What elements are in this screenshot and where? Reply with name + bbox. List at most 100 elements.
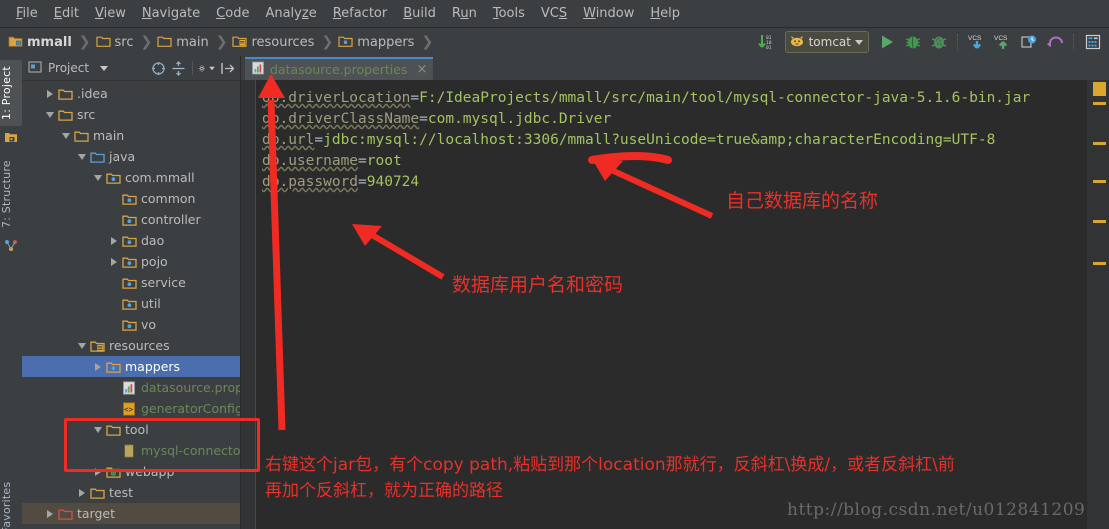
breadcrumb-item-main[interactable]: main bbox=[157, 31, 209, 53]
hide-panel-icon[interactable] bbox=[218, 59, 236, 77]
settings-icon[interactable] bbox=[1081, 31, 1105, 53]
chevron-right-icon[interactable] bbox=[76, 487, 88, 499]
editor-gutter[interactable] bbox=[241, 80, 256, 529]
menu-item-run[interactable]: Run bbox=[444, 3, 485, 24]
tree-row[interactable]: java bbox=[22, 146, 240, 167]
menu-item-build[interactable]: Build bbox=[395, 3, 444, 24]
settings-gear-icon[interactable] bbox=[198, 59, 216, 77]
chevron-down-icon[interactable] bbox=[100, 65, 109, 71]
breadcrumb-separator: ❯ bbox=[215, 34, 228, 50]
tree-row[interactable]: vo bbox=[22, 314, 240, 335]
menu-item-file[interactable]: File bbox=[8, 3, 46, 24]
tree-row[interactable]: mysql-connector- bbox=[22, 440, 240, 461]
close-icon[interactable]: × bbox=[416, 62, 427, 77]
menu-item-refactor[interactable]: Refactor bbox=[325, 3, 396, 24]
sidebar-item-structure[interactable]: 7: Structure bbox=[0, 154, 22, 234]
menu-item-tools[interactable]: Tools bbox=[485, 3, 533, 24]
warning-marker[interactable] bbox=[1093, 220, 1106, 223]
breadcrumb-item-resources[interactable]: resources bbox=[232, 31, 314, 53]
tree-row[interactable]: webapp bbox=[22, 461, 240, 482]
chevron-right-icon[interactable] bbox=[44, 508, 56, 520]
menu-item-vcs[interactable]: VCS bbox=[533, 3, 575, 24]
tree-row[interactable]: target bbox=[22, 503, 240, 524]
breadcrumb-item-mmall[interactable]: mmall bbox=[8, 31, 72, 53]
breadcrumb-label: mmall bbox=[27, 34, 72, 50]
vcs-rollback-icon[interactable] bbox=[1043, 31, 1067, 53]
chevron-right-icon[interactable] bbox=[44, 88, 56, 100]
tree-row-label: util bbox=[141, 296, 161, 311]
breadcrumb-item-mappers[interactable]: mappers bbox=[338, 31, 414, 53]
tree-row[interactable]: util bbox=[22, 293, 240, 314]
tree-row[interactable]: src bbox=[22, 104, 240, 125]
tree-row-label: webapp bbox=[125, 464, 175, 479]
run-button[interactable] bbox=[875, 31, 899, 53]
xml-file-icon: <> bbox=[121, 401, 137, 417]
editor-tab-datasource-properties[interactable]: datasource.properties × bbox=[245, 57, 434, 80]
chevron-right-icon[interactable] bbox=[92, 361, 104, 373]
code-editor[interactable]: db.driverLocation=F:/IdeaProjects/mmall/… bbox=[256, 80, 1087, 529]
sidebar-item-favorites[interactable]: 2: Favorites bbox=[0, 474, 22, 529]
menu-item-edit[interactable]: Edit bbox=[46, 3, 87, 24]
menu-item-help[interactable]: Help bbox=[642, 3, 688, 24]
breadcrumb-label: src bbox=[114, 34, 134, 50]
collapse-target-icon[interactable] bbox=[149, 59, 167, 77]
warning-marker[interactable] bbox=[1093, 262, 1106, 265]
run-with-coverage-button[interactable] bbox=[927, 31, 951, 53]
vcs-commit-button[interactable]: VCS bbox=[991, 31, 1015, 53]
run-configuration-selector[interactable]: tomcat bbox=[784, 31, 869, 53]
chevron-right-icon[interactable] bbox=[108, 256, 120, 268]
chevron-right-icon[interactable] bbox=[108, 235, 120, 247]
tree-row[interactable]: service bbox=[22, 272, 240, 293]
tree-row[interactable]: com.mmall bbox=[22, 167, 240, 188]
menu-item-view[interactable]: View bbox=[87, 3, 134, 24]
chevron-down-icon[interactable] bbox=[76, 340, 88, 352]
code-value: root bbox=[366, 153, 402, 169]
vcs-history-icon[interactable] bbox=[1017, 31, 1041, 53]
chevron-down-icon[interactable] bbox=[92, 172, 104, 184]
project-tree[interactable]: .idea src main java com.mmall common controlle… bbox=[22, 81, 240, 529]
tree-row[interactable]: test bbox=[22, 482, 240, 503]
tree-row-label: .idea bbox=[77, 86, 108, 101]
breadcrumb-item-src[interactable]: src bbox=[95, 31, 134, 53]
editor-marker-gutter[interactable] bbox=[1087, 80, 1109, 529]
chevron-right-icon[interactable] bbox=[92, 466, 104, 478]
package-icon bbox=[121, 212, 137, 228]
tree-row[interactable]: main bbox=[22, 125, 240, 146]
svg-text:01: 01 bbox=[766, 45, 772, 51]
tree-row-label: main bbox=[93, 128, 125, 143]
vcs-update-button[interactable]: VCS bbox=[965, 31, 989, 53]
excluded-folder-icon bbox=[57, 506, 73, 522]
package-icon bbox=[121, 233, 137, 249]
menu-item-analyze[interactable]: Analyze bbox=[257, 3, 324, 24]
warning-marker[interactable] bbox=[1093, 142, 1106, 145]
tree-row[interactable]: mappers bbox=[22, 356, 240, 377]
tree-row[interactable]: controller bbox=[22, 209, 240, 230]
chevron-down-icon[interactable] bbox=[92, 424, 104, 436]
menu-item-navigate[interactable]: Navigate bbox=[134, 3, 208, 24]
menu-item-window[interactable]: Window bbox=[575, 3, 642, 24]
expand-collapse-icon[interactable] bbox=[169, 59, 187, 77]
package-icon bbox=[121, 254, 137, 270]
main-toolbar: 01 10 01 tomcat VCS VCS bbox=[755, 30, 1105, 54]
tree-row[interactable]: datasource.prope bbox=[22, 377, 240, 398]
warning-marker[interactable] bbox=[1093, 180, 1106, 183]
tree-row[interactable]: tool bbox=[22, 419, 240, 440]
tree-row[interactable] bbox=[22, 524, 240, 529]
tree-row[interactable]: .idea bbox=[22, 83, 240, 104]
warning-marker[interactable] bbox=[1093, 102, 1106, 105]
menu-item-code[interactable]: Code bbox=[208, 3, 257, 24]
tree-row[interactable]: <> generatorConfig. bbox=[22, 398, 240, 419]
tree-row[interactable]: resources bbox=[22, 335, 240, 356]
update-project-icon[interactable]: 01 10 01 bbox=[755, 31, 779, 53]
chevron-down-icon[interactable] bbox=[76, 151, 88, 163]
tree-row[interactable]: common bbox=[22, 188, 240, 209]
tree-row-label: com.mmall bbox=[125, 170, 195, 185]
sidebar-item-project[interactable]: 1: Project bbox=[0, 60, 22, 126]
code-line: db.url=jdbc:mysql://localhost:3306/mmall… bbox=[256, 130, 1087, 151]
chevron-down-icon[interactable] bbox=[44, 109, 56, 121]
debug-button[interactable] bbox=[901, 31, 925, 53]
tree-row[interactable]: pojo bbox=[22, 251, 240, 272]
chevron-down-icon[interactable] bbox=[60, 130, 72, 142]
tree-row[interactable]: dao bbox=[22, 230, 240, 251]
